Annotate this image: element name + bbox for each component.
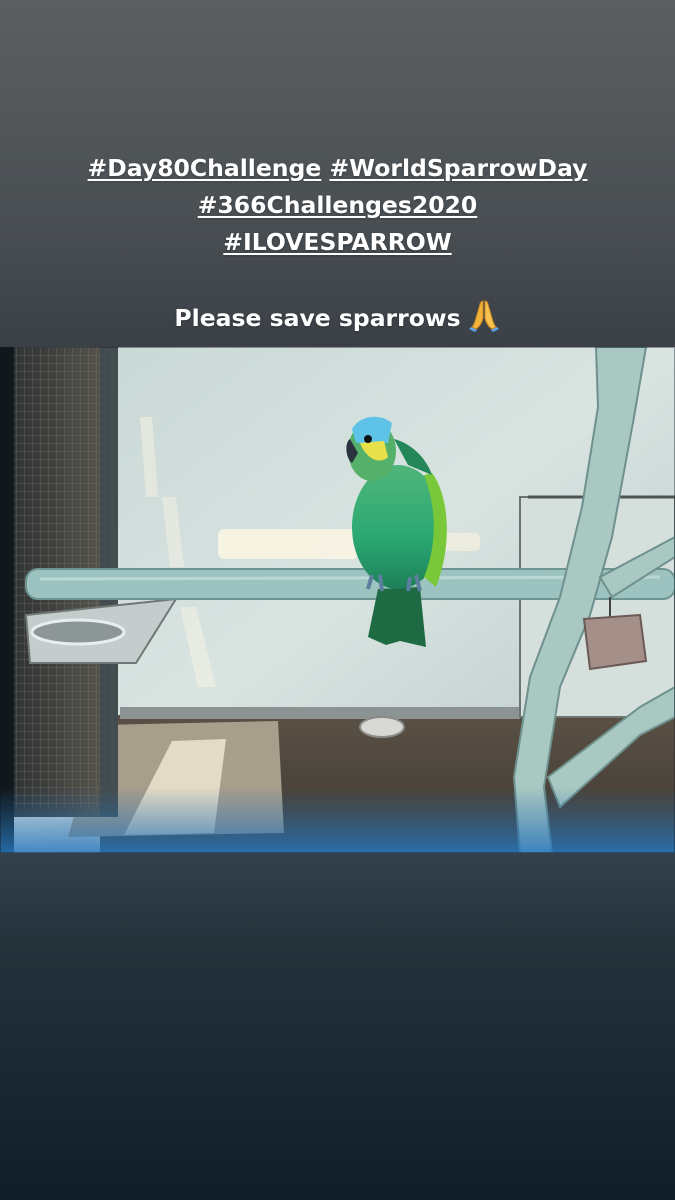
message-line: Please save sparrows [0,298,675,343]
hashtag-ilovesparrow[interactable]: #ILOVESPARROW [223,228,451,256]
story-screen: #Day80Challenge #WorldSparrowDay #366Cha… [0,0,675,1200]
parrot-photo-illustration [0,347,675,853]
hashtag-366challenges2020[interactable]: #366Challenges2020 [198,191,478,219]
caption-text-block: #Day80Challenge #WorldSparrowDay #366Cha… [0,150,675,343]
hashtag-line-2: #366Challenges2020 [0,187,675,224]
save-sparrows-message: Please save sparrows [174,304,461,332]
parrot-photo [0,347,675,853]
hashtag-line-3: #ILOVESPARROW [0,224,675,261]
hashtag-line-1: #Day80Challenge #WorldSparrowDay [0,150,675,187]
hashtag-worldsparrowday[interactable]: #WorldSparrowDay [329,154,587,182]
hashtag-day80challenge[interactable]: #Day80Challenge [88,154,322,182]
folded-hands-icon [467,298,501,343]
